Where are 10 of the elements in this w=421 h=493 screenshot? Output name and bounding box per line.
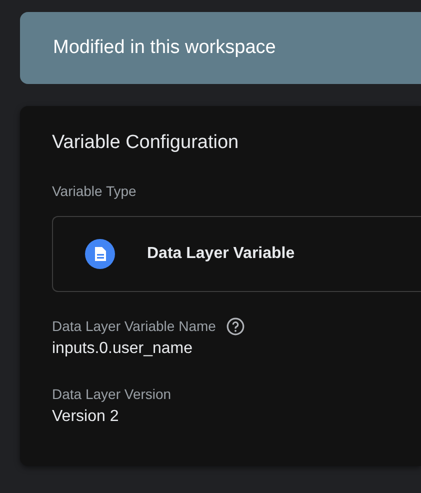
card-title: Variable Configuration (52, 132, 240, 154)
field-value: Version 2 (52, 408, 120, 426)
banner-text: Modified in this workspace (53, 37, 276, 59)
document-icon (85, 239, 115, 269)
variable-type-selector[interactable]: Data Layer Variable (52, 216, 421, 292)
help-icon[interactable] (226, 316, 245, 336)
field-label: Data Layer Variable Name (52, 318, 216, 334)
field-label: Data Layer Version (52, 386, 172, 402)
field-value: inputs.0.user_name (52, 340, 194, 358)
field-label: Variable Type (52, 183, 138, 199)
